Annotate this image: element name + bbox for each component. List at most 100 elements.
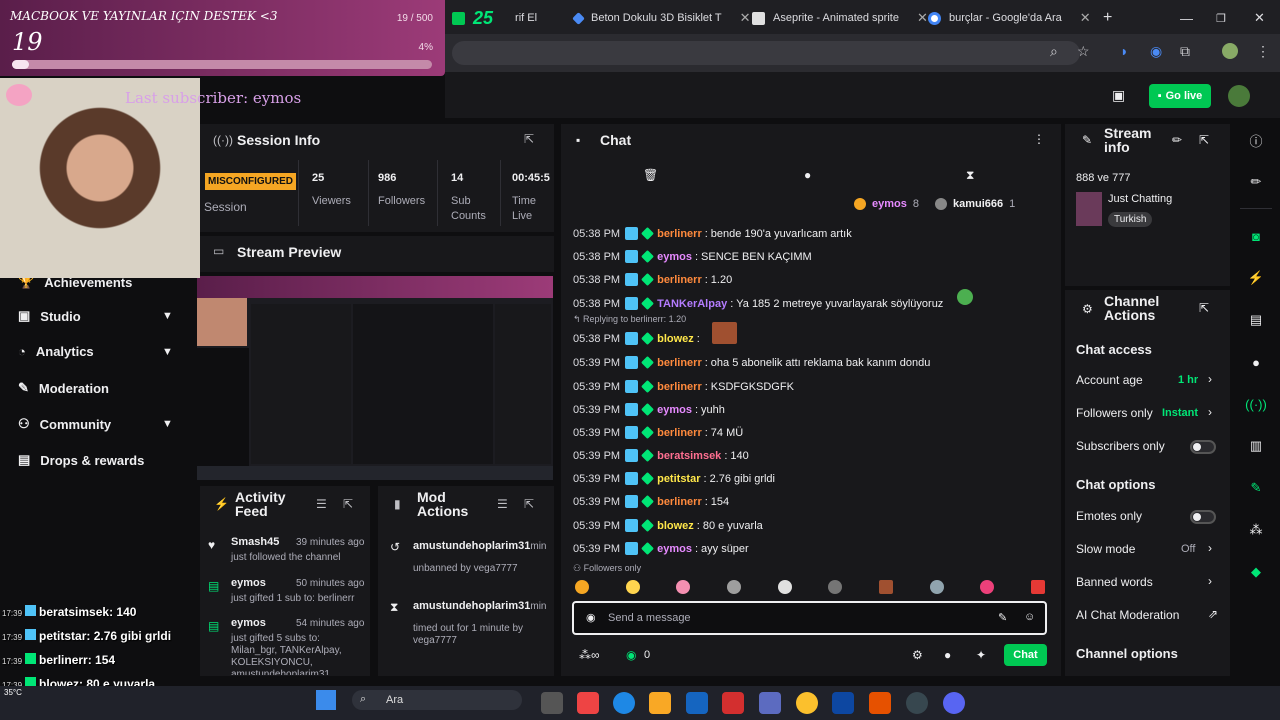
wrench-icon[interactable]: ✎	[1246, 478, 1266, 498]
discord-icon[interactable]	[943, 692, 965, 714]
new-tab-button[interactable]: +	[1103, 6, 1112, 30]
emote-icon[interactable]	[726, 580, 741, 594]
mail-icon[interactable]	[686, 692, 708, 714]
extension-icon[interactable]: ◗	[1120, 43, 1128, 59]
maximize-icon[interactable]: ❐	[1216, 6, 1226, 30]
gmail-icon[interactable]	[722, 692, 744, 714]
chat-username[interactable]: TANKerAlpay	[657, 298, 727, 310]
tab-beton[interactable]: Beton Dokulu 3D Bisiklet T ✕	[572, 6, 751, 30]
illustrator-icon[interactable]	[869, 692, 891, 714]
edit-icon[interactable]: ✏	[1246, 172, 1266, 192]
close-window-icon[interactable]: ✕	[1254, 6, 1265, 30]
points-icon[interactable]: ⁂∞	[579, 648, 600, 662]
emote-icon[interactable]	[828, 580, 843, 594]
vpn-icon[interactable]: ◉	[1150, 43, 1162, 60]
chat-username[interactable]: blowez	[657, 520, 694, 532]
popout-icon[interactable]: ⇱	[524, 497, 534, 511]
search-icon[interactable]: ⌕	[1050, 43, 1058, 60]
chat-username[interactable]: blowez	[657, 333, 694, 345]
external-link-icon[interactable]: ⇗	[1208, 607, 1218, 621]
chat-username[interactable]: berlinerr	[657, 381, 702, 393]
minimize-icon[interactable]: —	[1180, 6, 1193, 30]
taskbar-search[interactable]: ⌕ Ara	[352, 690, 522, 710]
chat-menu-icon[interactable]: ⋮	[1033, 132, 1045, 146]
chat-username[interactable]: eymos	[657, 404, 692, 416]
subscribers-only-toggle[interactable]	[1190, 440, 1216, 454]
address-bar[interactable]	[452, 41, 1080, 65]
gem-icon[interactable]: ◆	[1246, 562, 1266, 582]
ai-moderation-label[interactable]: AI Chat Moderation	[1076, 608, 1179, 622]
emote-icon[interactable]	[980, 580, 995, 594]
apps-icon[interactable]: ⁂	[1246, 520, 1266, 540]
gear-icon[interactable]: ⚙	[912, 648, 923, 662]
chevron-right-icon[interactable]: ›	[1208, 574, 1212, 588]
photoshop-icon[interactable]	[832, 692, 854, 714]
slow-mode-label[interactable]: Slow mode	[1076, 542, 1135, 556]
chevron-right-icon[interactable]: ›	[1208, 372, 1212, 386]
chrome-icon[interactable]	[796, 692, 818, 714]
chevron-right-icon[interactable]: ›	[1208, 541, 1212, 555]
sidebar-item-moderation[interactable]: ✎ Moderation	[18, 380, 109, 396]
bookmark-star-icon[interactable]: ☆	[1077, 43, 1090, 60]
chat-username[interactable]: berlinerr	[657, 427, 702, 439]
windows-start-icon[interactable]	[316, 690, 336, 710]
popout-icon[interactable]: ⇱	[524, 132, 534, 146]
obs-icon[interactable]	[906, 692, 928, 714]
filter-icon[interactable]: ☰	[316, 497, 327, 511]
document-icon[interactable]: ▤	[1246, 310, 1266, 330]
chat-username[interactable]: petitstar	[657, 473, 700, 485]
emote-icon[interactable]	[676, 580, 691, 594]
tab-kick[interactable]: 25 rif El	[452, 6, 537, 30]
info-icon[interactable]: ⓘ	[1246, 130, 1266, 150]
emote-icon[interactable]	[929, 580, 944, 594]
clapper-icon[interactable]: ▣	[1112, 87, 1125, 104]
sidebar-item-drops[interactable]: ▤ Drops & rewards	[18, 452, 144, 468]
popout-icon[interactable]: ⇱	[343, 497, 353, 511]
chat-bubble-icon[interactable]: ●	[1246, 352, 1266, 372]
emote-icon[interactable]	[777, 580, 792, 594]
chat-username[interactable]: berlinerr	[657, 496, 702, 508]
close-tab-icon[interactable]: ✕	[740, 10, 751, 26]
tab-aseprite[interactable]: Aseprite - Animated sprite ✕	[752, 6, 928, 30]
chat-username[interactable]: eymos	[657, 251, 692, 263]
chevron-right-icon[interactable]: ›	[1208, 405, 1212, 419]
trash-icon[interactable]: 🗑	[643, 168, 658, 182]
sidebar-item-studio[interactable]: ▣ Studio ▼	[18, 308, 173, 324]
chat-username[interactable]: eymos	[657, 543, 692, 555]
followers-only-label[interactable]: Followers only	[1076, 406, 1153, 420]
sidebar-item-community[interactable]: ⚇ Community ▼	[18, 416, 173, 432]
category-name[interactable]: Just Chatting	[1108, 193, 1172, 205]
camera-icon[interactable]: ◙	[1246, 226, 1266, 246]
profile-avatar[interactable]	[1222, 43, 1238, 59]
account-age-label[interactable]: Account age	[1076, 373, 1143, 387]
sidebar-item-analytics[interactable]: ◔ Analytics ▼	[18, 344, 173, 359]
chat-username[interactable]: berlinerr	[657, 228, 702, 240]
hourglass-icon[interactable]: ⧗	[966, 168, 974, 183]
emote-icon[interactable]	[878, 580, 893, 594]
emote-icon[interactable]	[575, 580, 589, 594]
user-avatar[interactable]	[1228, 85, 1250, 107]
close-tab-icon[interactable]: ✕	[917, 10, 928, 26]
popout-icon[interactable]: ⇱	[1199, 301, 1209, 315]
edge-icon[interactable]	[613, 692, 635, 714]
file-explorer-icon[interactable]	[649, 692, 671, 714]
banned-words-label[interactable]: Banned words	[1076, 575, 1153, 589]
chat-username[interactable]: berlinerr	[657, 357, 702, 369]
emote-icon[interactable]	[1030, 580, 1045, 594]
puzzle-icon[interactable]: ⧉	[1180, 43, 1190, 60]
app-icon[interactable]	[577, 692, 599, 714]
comment-icon[interactable]: ●	[804, 168, 811, 182]
layout-icon[interactable]: ▥	[1246, 436, 1266, 456]
task-view-icon[interactable]	[541, 692, 563, 714]
bolt-icon[interactable]: ⚡	[1246, 268, 1266, 288]
go-live-button[interactable]: ▪ Go live	[1149, 84, 1211, 108]
filter-icon[interactable]: ☰	[497, 497, 508, 511]
emote-icon[interactable]	[625, 580, 640, 594]
chat-username[interactable]: berlinerr	[657, 274, 702, 286]
chat-input[interactable]: ◉ Send a message ✎ ☺	[572, 601, 1047, 635]
emotes-only-toggle[interactable]	[1190, 510, 1216, 524]
popout-icon[interactable]: ⇱	[1199, 133, 1209, 147]
menu-kebab-icon[interactable]: ⋮	[1256, 43, 1270, 60]
visual-studio-icon[interactable]	[759, 692, 781, 714]
tag-badge[interactable]: Turkish	[1108, 212, 1153, 227]
